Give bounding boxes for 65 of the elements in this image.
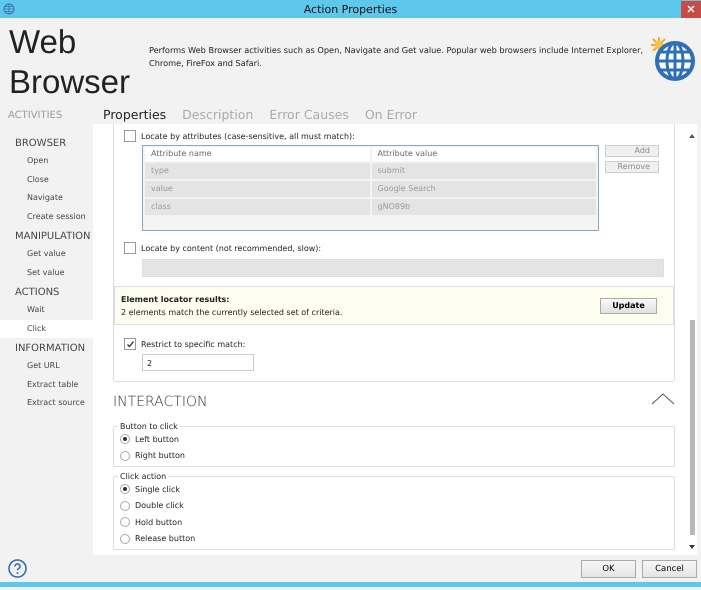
- radio-label: Right button: [135, 451, 185, 460]
- radio-label: Left button: [135, 434, 179, 444]
- table-cell: gNO89b: [372, 199, 596, 215]
- radio-label: Double click: [135, 501, 184, 510]
- activity-title: Web Browser: [9, 22, 132, 102]
- checkbox-label: Locate by attributes (case-sensitive, all must match):: [141, 132, 355, 140]
- column-header: Attribute name: [145, 147, 370, 161]
- scroll-up-icon[interactable]: [689, 134, 695, 138]
- match-field[interactable]: 2: [142, 354, 254, 371]
- category-heading: ACTIONS: [14, 286, 60, 300]
- radio-button[interactable]: [120, 517, 130, 528]
- radio-button[interactable]: [120, 434, 130, 444]
- results-title: Element locator results:: [121, 294, 230, 304]
- scroll-thumb[interactable]: [690, 320, 694, 535]
- table-cell: submit: [372, 163, 596, 179]
- category-heading: INFORMATION: [14, 342, 86, 356]
- radio-label: Hold button: [135, 518, 182, 527]
- close-button[interactable]: [681, 0, 701, 18]
- radio-button[interactable]: [120, 500, 130, 511]
- column-header: Attribute value: [372, 147, 596, 161]
- globe-icon: [649, 34, 695, 80]
- activity-item[interactable]: Extract source: [0, 394, 93, 412]
- update-button[interactable]: Update: [600, 298, 657, 314]
- activity-item[interactable]: Extract table: [0, 376, 93, 394]
- table-cell: class: [145, 199, 370, 215]
- radio-button[interactable]: [120, 484, 130, 494]
- activity-item[interactable]: Open: [0, 152, 93, 170]
- globe-icon: [3, 3, 15, 15]
- activity-description: Performs Web Browser activities such as Open, Navigate and Get value. Popular web browsers include Internet Explorer, Chrome, FireFox and Safari.: [149, 44, 644, 70]
- dialog-button[interactable]: OK: [581, 560, 636, 578]
- dialog-button[interactable]: Cancel: [642, 560, 697, 578]
- activity-item[interactable]: Navigate: [0, 189, 93, 208]
- activity-item[interactable]: Set value: [0, 264, 93, 282]
- results-message: 2 elements match the currently selected set of criteria.: [121, 308, 342, 316]
- radio-label: Release button: [135, 534, 196, 544]
- table-cell: value: [145, 181, 370, 197]
- activity-item[interactable]: Click: [0, 320, 93, 338]
- checkbox[interactable]: [124, 242, 136, 254]
- window-title: Action Properties: [302, 2, 398, 16]
- category-heading: BROWSER: [14, 137, 68, 151]
- section-title: INTERACTION: [113, 394, 208, 410]
- radio-label: Single click: [135, 484, 180, 494]
- group-title: Click action: [119, 472, 168, 481]
- activity-item[interactable]: Get URL: [0, 357, 93, 376]
- table-cell: Google Search: [372, 181, 596, 197]
- activity-item[interactable]: Create session: [0, 208, 93, 226]
- radio-button[interactable]: [120, 450, 130, 461]
- checkbox-label: Restrict to specific match:: [141, 340, 246, 348]
- table-cell: type: [145, 163, 370, 179]
- help-icon[interactable]: [8, 559, 27, 578]
- activity-item[interactable]: Close: [0, 170, 93, 189]
- checkbox[interactable]: [124, 130, 136, 142]
- checkbox-label: Locate by content (not recommended, slow):: [141, 244, 322, 252]
- content-field[interactable]: [142, 259, 664, 277]
- scroll-down-icon[interactable]: [689, 545, 695, 549]
- checkbox[interactable]: [124, 338, 136, 350]
- radio-button[interactable]: [120, 534, 130, 544]
- close-icon[interactable]: [687, 5, 695, 13]
- tab[interactable]: Properties: [103, 107, 166, 122]
- activity-item[interactable]: Wait: [0, 301, 93, 320]
- category-heading: MANIPULATION: [14, 230, 92, 244]
- group-title: Button to click: [119, 422, 179, 431]
- chevron-icon[interactable]: [651, 393, 675, 405]
- activities-heading: ACTIVITIES: [7, 110, 64, 123]
- activity-item[interactable]: Get value: [0, 245, 93, 264]
